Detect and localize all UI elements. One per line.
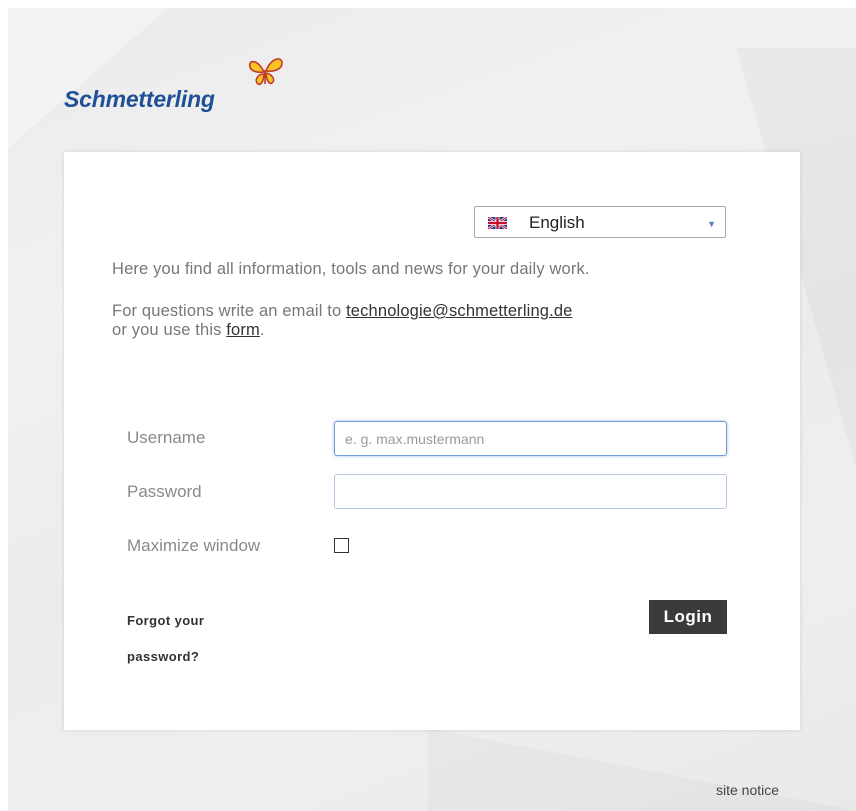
contact-text: For questions write an email to technolo… — [112, 302, 573, 340]
password-input[interactable] — [334, 474, 727, 509]
maximize-window-checkbox[interactable] — [334, 538, 349, 553]
password-label: Password — [127, 482, 202, 501]
butterfly-icon — [248, 58, 283, 86]
forgot-password-line1: Forgot your — [127, 613, 205, 628]
language-selected-label: English — [529, 213, 585, 232]
maximize-window-label: Maximize window — [127, 536, 261, 555]
background-facet — [428, 728, 856, 811]
login-card: English ▼ Here you find all information,… — [64, 152, 800, 730]
contact-suffix: . — [259, 321, 265, 339]
logo-text: Schmetterling — [64, 86, 215, 112]
chevron-down-icon: ▼ — [707, 219, 716, 229]
forgot-password-link[interactable]: Forgot your password? — [127, 603, 247, 675]
username-label: Username — [127, 428, 206, 447]
language-select[interactable]: English ▼ — [474, 206, 726, 238]
uk-flag-icon — [488, 217, 507, 229]
schmetterling-logo: Schmetterling — [64, 56, 304, 120]
email-link[interactable]: technologie@schmetterling.de — [346, 302, 572, 320]
contact-prefix: For questions write an email to — [112, 302, 347, 320]
login-button[interactable]: Login — [649, 600, 727, 634]
forgot-password-line2: password? — [127, 649, 200, 664]
site-notice-link[interactable]: site notice — [716, 782, 779, 798]
form-link[interactable]: form — [226, 321, 260, 339]
username-input[interactable] — [334, 421, 727, 456]
contact-middle: or you use this — [112, 321, 227, 339]
intro-text: Here you find all information, tools and… — [112, 260, 590, 278]
